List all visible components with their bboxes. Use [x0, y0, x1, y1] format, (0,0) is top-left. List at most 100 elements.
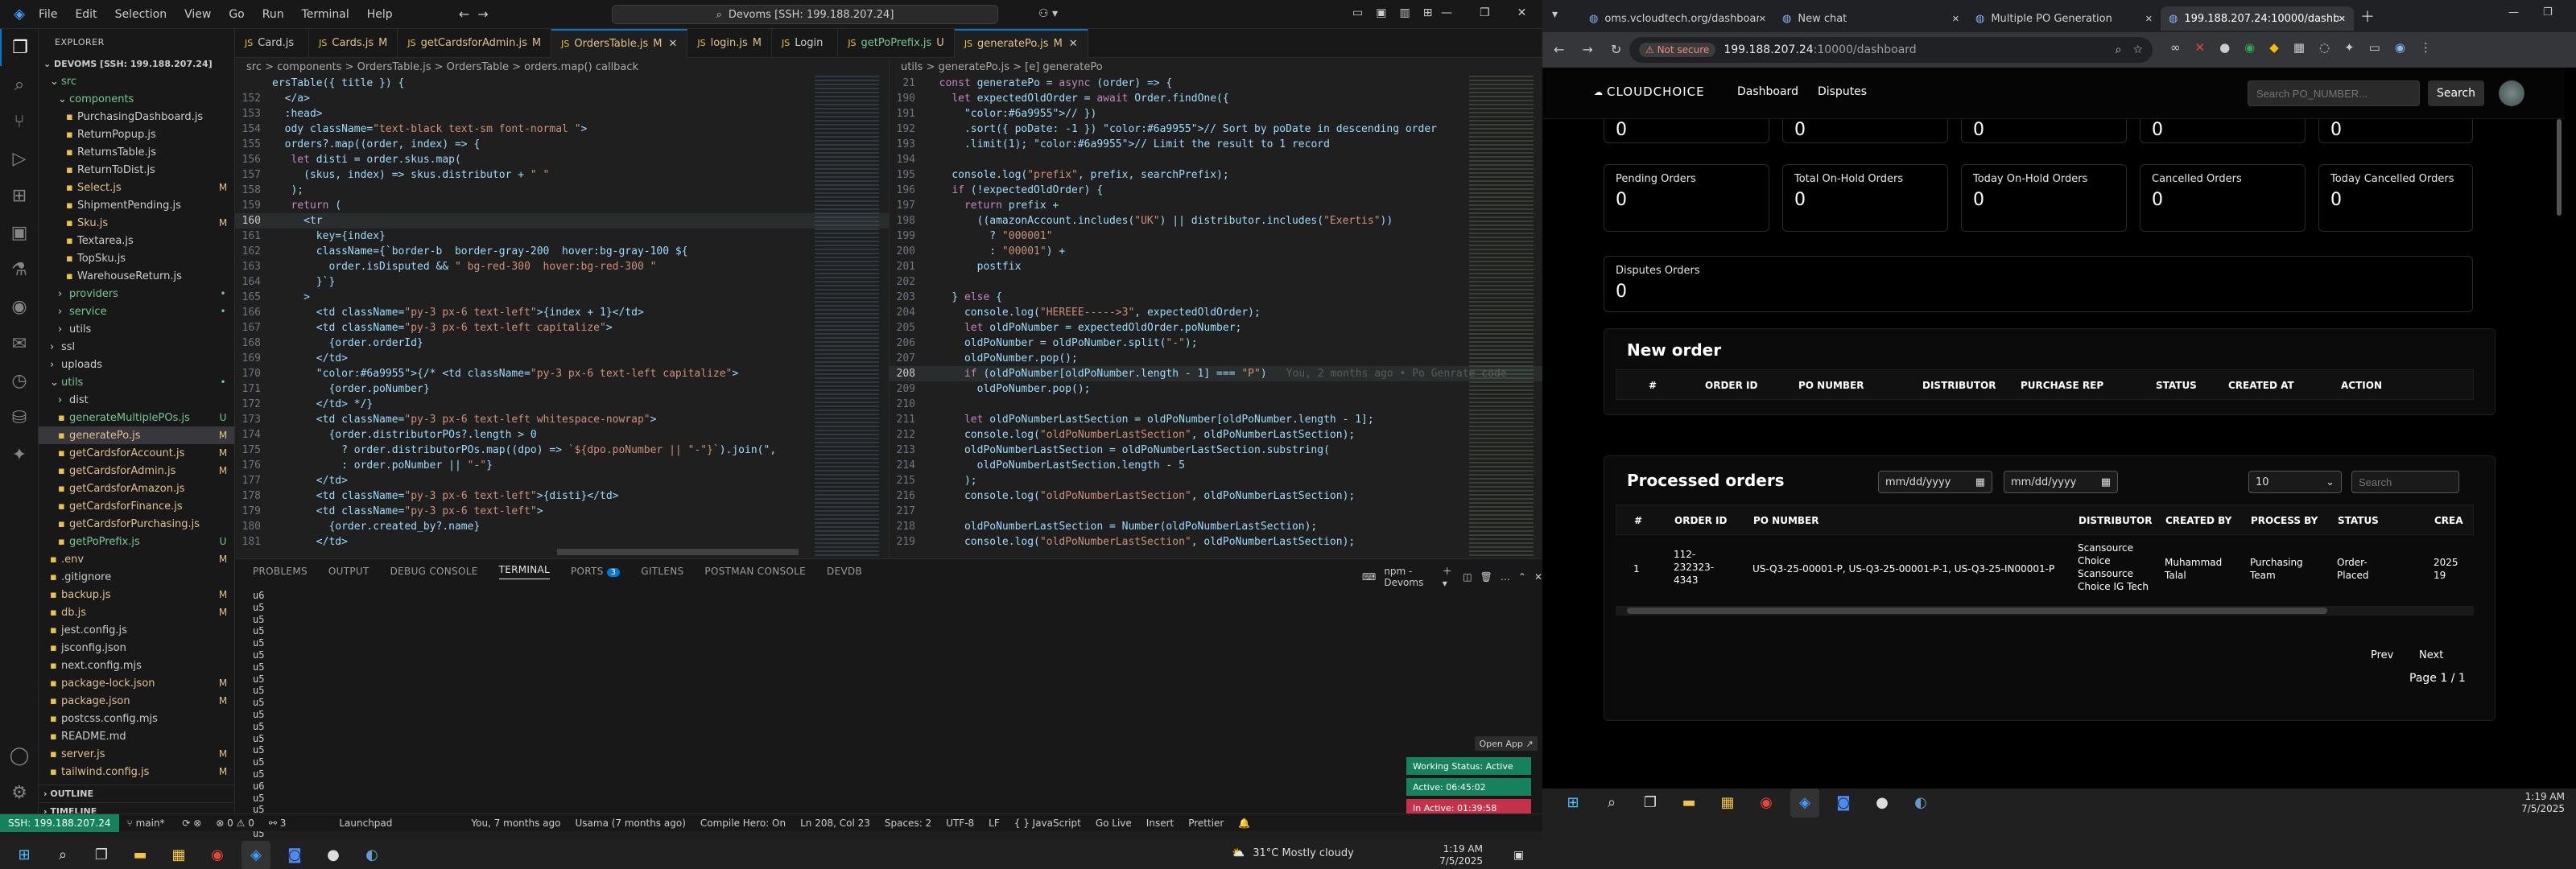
outline-section[interactable]: › OUTLINE: [39, 785, 234, 802]
app-icon[interactable]: ◐: [1906, 789, 1935, 818]
code-line[interactable]: 166 <td className="py-3 px-6 text-left">…: [235, 305, 889, 320]
weather-widget[interactable]: ⛅ 31°C Mostly cloudy: [1232, 847, 1354, 859]
minimize-icon[interactable]: —: [2508, 6, 2519, 19]
code-line[interactable]: 205 let oldPoNumber = expectedOldOrder.p…: [890, 320, 1542, 336]
tree-file[interactable]: ▪ getCardsforPurchasing.js: [39, 515, 234, 533]
remote-explorer-icon[interactable]: ▣: [0, 214, 39, 251]
source-control-icon[interactable]: ⑂: [0, 103, 39, 140]
tree-file[interactable]: ▪ jsconfig.json: [39, 639, 234, 657]
extensions-puzzle-icon[interactable]: ✦: [2344, 40, 2355, 55]
prev-button[interactable]: Prev: [2371, 649, 2393, 661]
browser-tab[interactable]: ◍ 199.188.207.24:10000/dashboard✕: [2161, 6, 2354, 31]
tree-folder[interactable]: ⌄ utils •: [39, 373, 234, 391]
branch-indicator[interactable]: ⑂ main* ⟳ ⊗: [127, 818, 202, 829]
maximize-icon[interactable]: ❐: [2543, 6, 2553, 19]
author-indicator[interactable]: Usama (7 months ago): [575, 818, 685, 829]
code-line[interactable]: 169 </td>: [235, 351, 889, 366]
stat-card[interactable]: Total On-Hold Orders 0: [1782, 164, 1948, 232]
code-line[interactable]: 210: [890, 397, 1542, 412]
media-icon[interactable]: ●: [1868, 789, 1897, 818]
maximize-panel-icon[interactable]: ⌃: [1518, 571, 1526, 583]
code-line[interactable]: 218 oldPoNumberLastSection = Number(oldP…: [890, 519, 1542, 534]
code-line[interactable]: 209 oldPoNumber.pop();: [890, 381, 1542, 397]
tree-file[interactable]: ▪ package-lock.json M: [39, 674, 234, 692]
code-line[interactable]: 162 className={`border-b border-gray-200…: [235, 244, 889, 259]
nav-disputes[interactable]: Disputes: [1818, 85, 1867, 98]
page-size-select[interactable]: 10 ⌄: [2248, 471, 2342, 493]
code-line[interactable]: 197 return prefix +: [890, 198, 1542, 213]
browser-tab[interactable]: ◍ Multiple PO Generation ✕: [1967, 6, 2161, 31]
not-secure-badge[interactable]: ⚠ Not secure: [1639, 43, 1716, 57]
panel-tab-gitlens[interactable]: GITLENS: [641, 566, 683, 577]
code-line[interactable]: 212 console.log("oldPoNumberLastSection"…: [890, 427, 1542, 443]
code-line[interactable]: 21 const generatePo = async (order) => {: [890, 76, 1542, 91]
menu-terminal[interactable]: Terminal: [302, 8, 349, 21]
code-line[interactable]: 180 {order.created_by?.name}: [235, 519, 889, 534]
task-view-icon[interactable]: ❐: [1636, 789, 1665, 818]
editor-generatePo[interactable]: utils > generatePo.js > [e] generatePo 2…: [890, 58, 1542, 558]
code-line[interactable]: 211 let oldPoNumberLastSection = oldPoNu…: [890, 412, 1542, 427]
code-line[interactable]: 213 oldPoNumberLastSection = oldPoNumber…: [890, 443, 1542, 458]
chrome-icon[interactable]: ◉: [203, 841, 232, 869]
code-line[interactable]: 167 <td className="py-3 px-6 text-left c…: [235, 320, 889, 336]
code-line[interactable]: 173 <td className="py-3 px-6 text-left w…: [235, 412, 889, 427]
menu-help[interactable]: Help: [367, 8, 393, 21]
next-button[interactable]: Next: [2419, 649, 2443, 661]
stat-card[interactable]: 0: [1604, 119, 1769, 143]
editor-ordersTable[interactable]: src > components > OrdersTable.js > Orde…: [235, 58, 889, 558]
tree-folder[interactable]: › providers •: [39, 285, 234, 303]
horizontal-scrollbar[interactable]: [557, 549, 799, 555]
remote-indicator[interactable]: SSH: 199.188.207.24: [0, 813, 119, 832]
terminal-name[interactable]: npm - Devoms: [1384, 566, 1434, 588]
store-icon[interactable]: ▦: [164, 841, 193, 869]
blame-indicator[interactable]: You, 7 months ago: [471, 818, 560, 829]
code-line[interactable]: 199 ? "000001": [890, 229, 1542, 244]
editor-tab[interactable]: JS Card.js: [235, 28, 310, 58]
zoom-icon[interactable]: ⌕: [2116, 43, 2122, 56]
code-line[interactable]: 194: [890, 152, 1542, 167]
launchpad-indicator[interactable]: Launchpad: [339, 818, 392, 829]
code-line[interactable]: 206 oldPoNumber = oldPoNumber.split("-")…: [890, 336, 1542, 351]
chrome-menu-icon[interactable]: ⋮: [2420, 40, 2432, 55]
tree-file[interactable]: ▪ getCardsforFinance.js: [39, 497, 234, 515]
reload-icon[interactable]: ↻: [1611, 42, 1621, 57]
new-tab-button[interactable]: ＋: [2360, 6, 2375, 27]
code-line[interactable]: 190 let expectedOldOrder = await Order.f…: [890, 91, 1542, 106]
stat-card[interactable]: 0: [1782, 119, 1948, 143]
indentation[interactable]: Spaces: 2: [885, 818, 931, 829]
code-line[interactable]: 164 }`}: [235, 274, 889, 290]
minimize-icon[interactable]: —: [1441, 6, 1452, 19]
extension-icon[interactable]: ▦: [2293, 40, 2305, 55]
menu-run[interactable]: Run: [262, 8, 284, 21]
close-panel-icon[interactable]: ✕: [1534, 571, 1542, 583]
timer-icon[interactable]: ◷: [0, 362, 39, 399]
tree-file[interactable]: ▪ jest.config.js: [39, 621, 234, 639]
tree-file[interactable]: ▪ Select.js M: [39, 179, 234, 196]
notifications-bell-icon[interactable]: 🔔: [1238, 818, 1250, 829]
stat-card[interactable]: 0: [2318, 119, 2473, 143]
code-line[interactable]: 178 <td className="py-3 px-6 text-left">…: [235, 488, 889, 504]
brand-logo[interactable]: ☁ CLOUDCHOICE: [1594, 84, 1705, 99]
code-line[interactable]: 198 ((amazonAccount.includes("UK") || di…: [890, 213, 1542, 229]
tree-file[interactable]: ▪ ReturnToDist.js: [39, 161, 234, 179]
tree-file[interactable]: ▪ TopSku.js: [39, 249, 234, 267]
code-line[interactable]: 193 .limit(1); "color:#6a9955">// Limit …: [890, 137, 1542, 152]
profile-avatar[interactable]: ◉: [2395, 40, 2405, 55]
account-icon[interactable]: ◯: [0, 737, 39, 774]
code-line[interactable]: 208 if (oldPoNumber[oldPoNumber.length -…: [890, 366, 1542, 381]
code-line[interactable]: 203 } else {: [890, 290, 1542, 305]
file-explorer-icon[interactable]: ▬: [1674, 789, 1703, 818]
code-line[interactable]: 219 console.log("oldPoNumberLastSection"…: [890, 534, 1542, 550]
stat-card[interactable]: Today On-Hold Orders 0: [1961, 164, 2127, 232]
stat-card[interactable]: Pending Orders 0: [1604, 164, 1769, 232]
tree-file[interactable]: ▪ generatePo.js M: [39, 426, 234, 444]
code-line[interactable]: 160 <tr: [235, 213, 889, 229]
add-terminal-icon[interactable]: ＋ ▾: [1443, 564, 1455, 589]
stat-card[interactable]: Today Cancelled Orders 0: [2318, 164, 2473, 232]
editor-tab[interactable]: JS getCardsforAdmin.js M: [398, 28, 552, 58]
tree-file[interactable]: ▪ ReturnsTable.js: [39, 143, 234, 161]
end-date-input[interactable]: mm/dd/yyyy ▦: [2004, 471, 2118, 493]
breadcrumb[interactable]: utils > generatePo.js > [e] generatePo: [890, 58, 1542, 76]
code-line[interactable]: 196 if (!expectedOldOrder) {: [890, 183, 1542, 198]
tree-file[interactable]: ▪ package.json M: [39, 692, 234, 710]
